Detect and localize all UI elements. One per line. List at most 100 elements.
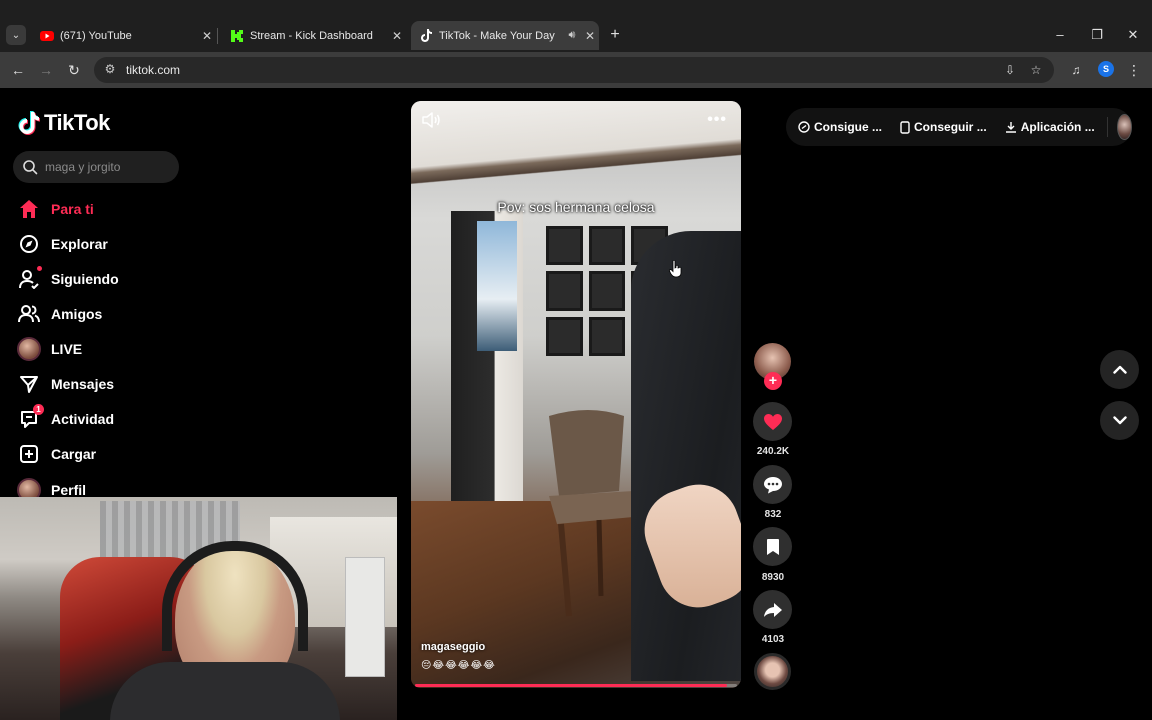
video-description: 😔😂😂😂😂😂 xyxy=(421,660,496,671)
desktop-app-button[interactable]: Aplicación ... xyxy=(1005,120,1095,134)
youtube-icon xyxy=(40,29,54,43)
sidebar-item-amigos[interactable]: Amigos xyxy=(16,300,102,328)
comment-icon xyxy=(763,476,782,493)
address-bar[interactable]: ⚙ tiktok.com ⇩ ☆ xyxy=(94,57,1054,83)
menu-kebab-icon[interactable]: ⋮ xyxy=(1124,60,1144,80)
media-controls-icon[interactable]: ♫ xyxy=(1066,60,1086,80)
top-bar-divider xyxy=(1106,117,1108,137)
volume-icon[interactable] xyxy=(421,112,441,128)
sidebar-item-label: Siguiendo xyxy=(51,271,119,287)
video-progress-bar[interactable] xyxy=(415,684,737,687)
minimize-button[interactable]: – xyxy=(1050,26,1070,44)
browser-toolbar: ← → ↻ ⚙ tiktok.com ⇩ ☆ ♫ S ⋮ xyxy=(0,52,1152,88)
tab-close-icon[interactable]: ✕ xyxy=(198,29,216,43)
tab-title: Stream - Kick Dashboard xyxy=(250,29,373,42)
sidebar-item-label: Explorar xyxy=(51,236,108,252)
tab-kick[interactable]: Stream - Kick Dashboard ✕ xyxy=(222,23,406,48)
tab-search-button[interactable]: ⌄ xyxy=(6,25,26,45)
activity-icon: 1 xyxy=(16,404,44,432)
search-icon xyxy=(23,160,38,175)
sidebar-item-label: Mensajes xyxy=(51,376,115,392)
url-text: tiktok.com xyxy=(126,63,181,77)
search-input[interactable] xyxy=(45,157,173,177)
music-disc[interactable] xyxy=(754,653,791,690)
get-app-button[interactable]: Conseguir ... xyxy=(900,120,987,134)
avatar xyxy=(17,337,41,361)
video-scene-shelf xyxy=(411,101,741,193)
streamer-body xyxy=(110,662,340,720)
close-window-button[interactable]: ✕ xyxy=(1123,26,1143,44)
sidebar-item-label: Perfil xyxy=(51,482,87,498)
save-button[interactable] xyxy=(753,527,792,566)
sidebar-item-label: LIVE xyxy=(51,341,83,357)
user-avatar[interactable] xyxy=(1117,114,1132,140)
logo-wordmark: TikTok xyxy=(44,110,110,135)
phone-icon xyxy=(900,120,910,134)
tiktok-note-icon xyxy=(18,111,40,135)
share-icon xyxy=(763,602,782,617)
tiktok-icon xyxy=(419,29,433,43)
compass-icon xyxy=(16,231,42,257)
webcam-background-stove xyxy=(345,557,385,677)
save-count: 8930 xyxy=(761,572,785,583)
site-settings-icon[interactable]: ⚙ xyxy=(102,62,118,78)
video-scene-person xyxy=(631,231,741,681)
bookmark-star-icon[interactable]: ☆ xyxy=(1028,62,1044,78)
live-avatar-icon xyxy=(16,336,42,362)
top-bar-label: Aplicación ... xyxy=(1020,120,1095,134)
heart-icon xyxy=(763,413,782,430)
tab-close-icon[interactable]: ✕ xyxy=(581,29,599,43)
tab-close-icon[interactable]: ✕ xyxy=(388,29,406,43)
back-button[interactable]: ← xyxy=(8,60,28,80)
more-options-icon[interactable]: ••• xyxy=(707,111,727,129)
profile-avatar[interactable]: S xyxy=(1098,61,1114,77)
previous-video-button[interactable] xyxy=(1100,350,1139,389)
tab-tiktok[interactable]: TikTok - Make Your Day 🔊︎ ✕ xyxy=(411,21,599,50)
restore-button[interactable]: ❐ xyxy=(1087,26,1107,44)
follow-plus-icon[interactable]: + xyxy=(764,372,782,390)
bookmark-icon xyxy=(766,538,779,555)
reload-button[interactable]: ↻ xyxy=(64,60,84,80)
video-author[interactable]: magaseggio xyxy=(421,641,485,653)
sidebar-item-actividad[interactable]: 1 Actividad xyxy=(16,404,115,433)
next-video-button[interactable] xyxy=(1100,401,1139,440)
chevron-up-icon xyxy=(1112,365,1127,374)
notification-dot xyxy=(37,266,42,271)
upload-icon xyxy=(16,441,42,467)
comment-count: 832 xyxy=(764,509,782,520)
home-icon xyxy=(16,196,42,222)
sidebar-item-mensajes[interactable]: Mensajes xyxy=(16,370,114,398)
video-player[interactable]: Pov: sos hermana celosa ••• magaseggio 😔… xyxy=(411,101,741,688)
like-button[interactable] xyxy=(753,402,792,441)
install-app-icon[interactable]: ⇩ xyxy=(1002,62,1018,78)
tiktok-logo[interactable]: TikTok xyxy=(18,110,110,136)
share-count: 4103 xyxy=(761,634,785,645)
comment-button[interactable] xyxy=(753,465,792,504)
new-tab-button[interactable]: + xyxy=(606,26,624,44)
sidebar-item-label: Cargar xyxy=(51,446,97,462)
top-bar-label: Conseguir ... xyxy=(914,120,987,134)
tab-youtube[interactable]: (671) YouTube ✕ xyxy=(32,23,216,48)
friends-icon xyxy=(16,301,42,327)
like-count: 240.2K xyxy=(756,446,790,457)
sidebar-item-siguiendo[interactable]: Siguiendo xyxy=(16,265,119,293)
chevron-down-icon xyxy=(1112,416,1127,425)
video-scene-poster xyxy=(477,221,517,351)
tab-title: TikTok - Make Your Day xyxy=(439,29,555,42)
sidebar-item-explorar[interactable]: Explorar xyxy=(16,230,108,258)
sidebar-item-live[interactable]: LIVE xyxy=(16,335,82,363)
sidebar-item-cargar[interactable]: Cargar xyxy=(16,440,96,468)
sidebar-item-label: Actividad xyxy=(51,411,115,427)
video-progress-fill xyxy=(415,684,728,687)
search-box[interactable] xyxy=(13,151,179,183)
get-coins-button[interactable]: Consigue ... xyxy=(798,120,882,134)
download-icon xyxy=(1005,122,1016,133)
messages-icon xyxy=(16,371,42,397)
sidebar-item-label: Amigos xyxy=(51,306,103,322)
streamer-webcam-overlay xyxy=(0,497,397,720)
speaker-icon[interactable]: 🔊︎ xyxy=(563,29,581,42)
sidebar-item-para-ti[interactable]: Para ti xyxy=(16,195,94,223)
share-button[interactable] xyxy=(753,590,792,629)
kick-icon xyxy=(230,29,244,43)
forward-button[interactable]: → xyxy=(36,60,56,80)
